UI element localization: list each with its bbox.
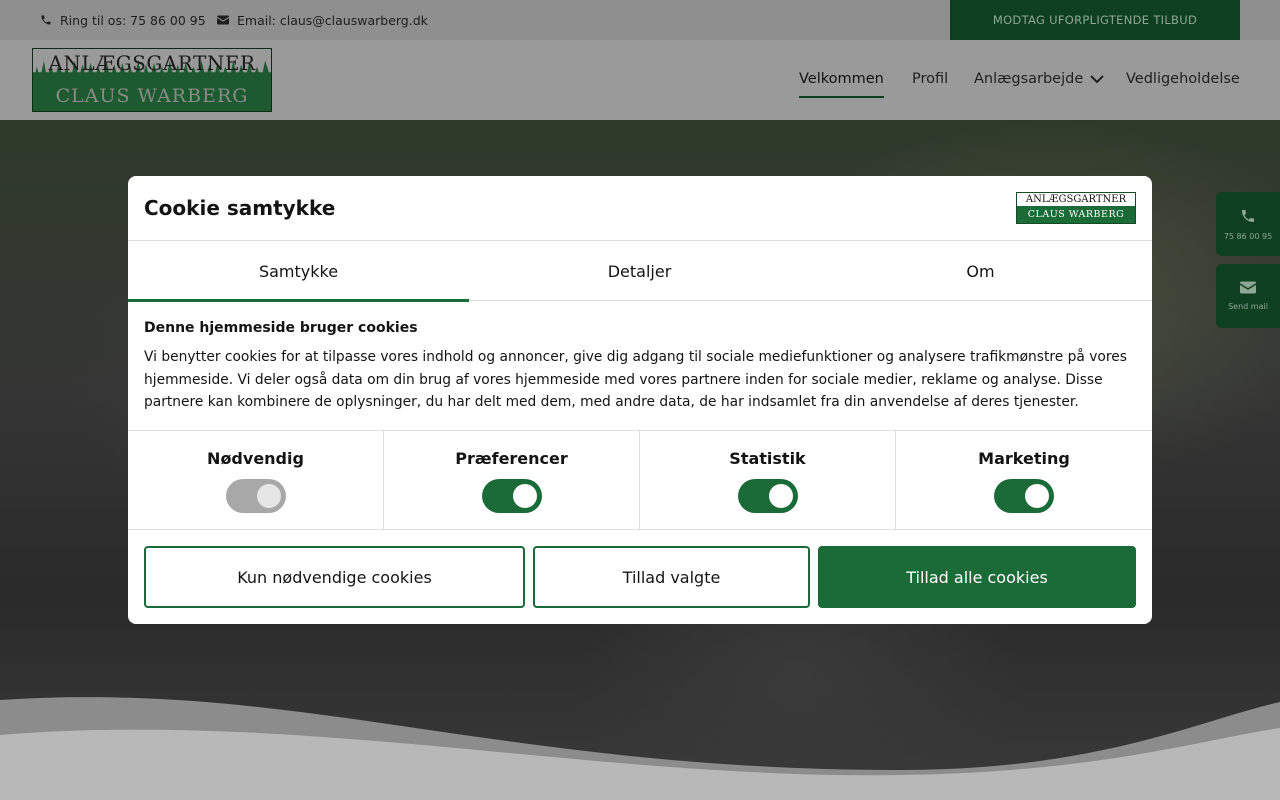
statistics-toggle[interactable] (738, 479, 798, 513)
phone-contact[interactable]: Ring til os: 75 86 00 95 (40, 0, 206, 40)
necessary-only-button[interactable]: Kun nødvendige cookies (144, 546, 525, 608)
phone-label: Ring til os: 75 86 00 95 (60, 12, 206, 28)
dialog-logo-line-1: ANLÆGSGARTNER (1017, 193, 1135, 206)
dialog-logo: ANLÆGSGARTNER CLAUS WARBERG (1016, 192, 1136, 224)
nav-profil[interactable]: Profil (912, 71, 948, 87)
category-label: Statistik (729, 449, 806, 468)
toggle-knob (513, 484, 537, 508)
preferences-toggle[interactable] (482, 479, 542, 513)
cookie-category-toggles: Nødvendig Præferencer Statistik Marketin… (128, 430, 1152, 530)
necessary-toggle (226, 479, 286, 513)
email-contact[interactable]: Email: claus@clauswarberg.dk (217, 0, 428, 40)
main-header: ANLÆGSGARTNER CLAUS WARBERG Velkommen Pr… (0, 40, 1280, 120)
request-quote-button[interactable]: MODTAG UFORPLIGTENDE TILBUD (950, 0, 1240, 40)
logo-line-2: CLAUS WARBERG (55, 85, 249, 107)
dialog-logo-line-2: CLAUS WARBERG (1027, 209, 1125, 220)
category-preferences: Præferencer (384, 431, 640, 529)
email-label: Email: claus@clauswarberg.dk (237, 12, 428, 28)
category-necessary: Nødvendig (128, 431, 384, 529)
marketing-toggle[interactable] (994, 479, 1054, 513)
phone-icon (1242, 209, 1254, 222)
dialog-tabs: Samtykke Detaljer Om (128, 241, 1152, 302)
side-mail-button[interactable]: Send mail (1216, 264, 1280, 328)
nav-anlaegsarbejde-label: Anlægsarbejde (974, 71, 1084, 87)
tab-om[interactable]: Om (810, 241, 1151, 301)
consent-description: Vi benytter cookies for at tilpasse vore… (144, 349, 1127, 410)
category-statistics: Statistik (640, 431, 896, 529)
logo-line-1: ANLÆGSGARTNER (48, 51, 256, 75)
category-marketing: Marketing (896, 431, 1152, 529)
tab-samtykke[interactable]: Samtykke (128, 241, 469, 302)
toggle-knob (769, 484, 793, 508)
category-label: Præferencer (455, 449, 568, 468)
top-contact-bar: Ring til os: 75 86 00 95 Email: claus@cl… (0, 0, 1280, 40)
site-logo[interactable]: ANLÆGSGARTNER CLAUS WARBERG (32, 48, 272, 112)
envelope-icon (217, 15, 229, 25)
tab-detaljer[interactable]: Detaljer (469, 241, 810, 301)
chevron-down-icon (1090, 74, 1104, 83)
nav-anlaegsarbejde[interactable]: Anlægsarbejde (974, 71, 1104, 87)
cookie-consent-dialog: Cookie samtykke ANLÆGSGARTNER CLAUS WARB… (128, 176, 1152, 624)
dialog-header: Cookie samtykke ANLÆGSGARTNER CLAUS WARB… (128, 176, 1152, 241)
allow-selected-button[interactable]: Tillad valgte (533, 546, 810, 608)
consent-heading: Denne hjemmeside bruger cookies (144, 320, 418, 336)
category-label: Nødvendig (207, 449, 304, 468)
toggle-knob (257, 484, 281, 508)
envelope-icon (1240, 281, 1256, 294)
side-phone-button[interactable]: 75 86 00 95 (1216, 192, 1280, 256)
nav-vedligeholdelse[interactable]: Vedligeholdelse (1126, 71, 1240, 87)
category-label: Marketing (978, 449, 1070, 468)
phone-icon (41, 15, 51, 25)
dialog-title: Cookie samtykke (144, 196, 336, 220)
dialog-actions: Kun nødvendige cookies Tillad valgte Til… (144, 546, 1136, 608)
toggle-knob (1025, 484, 1049, 508)
allow-all-button[interactable]: Tillad alle cookies (818, 546, 1136, 608)
side-phone-label: 75 86 00 95 (1223, 231, 1273, 241)
wave-divider (0, 697, 1280, 800)
side-mail-label: Send mail (1228, 302, 1268, 311)
nav-velkommen[interactable]: Velkommen (799, 71, 884, 98)
